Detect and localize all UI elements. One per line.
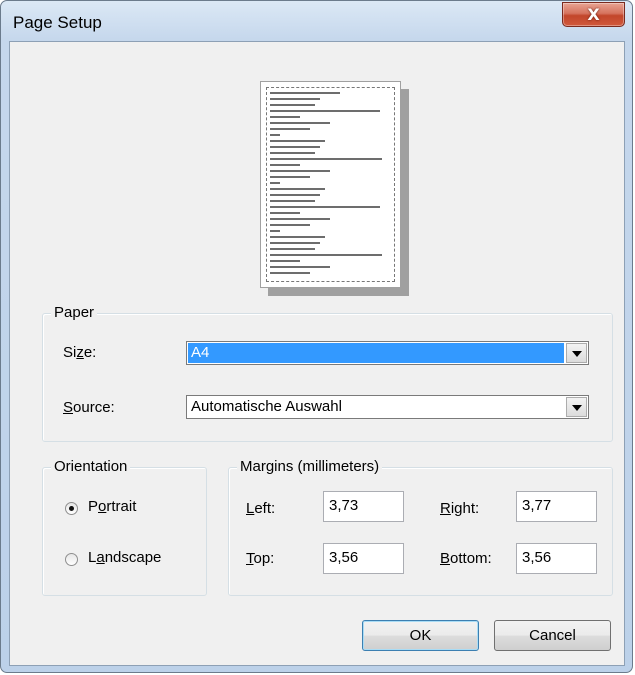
page-preview	[260, 81, 401, 288]
margins-group-label: Margins (millimeters)	[237, 458, 383, 476]
orientation-group: Orientation	[42, 458, 207, 596]
preview-text-line	[270, 92, 340, 94]
source-label: Source:	[63, 399, 115, 416]
preview-text-line	[270, 254, 382, 256]
preview-text-line	[270, 224, 310, 226]
close-button[interactable]: X	[562, 2, 625, 27]
bottom-margin-input[interactable]: 3,56	[516, 543, 597, 574]
preview-text-line	[270, 170, 330, 172]
ok-button[interactable]: OK	[362, 620, 479, 651]
bottom-margin-label: Bottom:	[440, 550, 492, 567]
preview-text-line	[270, 230, 280, 232]
preview-text-line	[270, 200, 315, 202]
size-dropdown[interactable]: A4	[186, 341, 589, 365]
close-icon: X	[587, 5, 600, 24]
source-value: Automatische Auswahl	[191, 398, 342, 415]
orientation-group-label: Orientation	[51, 458, 131, 476]
chevron-down-icon[interactable]	[566, 343, 587, 363]
preview-text-line	[270, 140, 325, 142]
preview-text-line	[270, 182, 280, 184]
preview-text-line	[270, 110, 380, 112]
title-bar[interactable]: Page Setup X	[1, 1, 634, 41]
preview-text-line	[270, 134, 280, 136]
paper-group-label: Paper	[51, 304, 98, 322]
chevron-down-icon[interactable]	[566, 397, 587, 417]
preview-text-line	[270, 260, 300, 262]
top-margin-label: Top:	[246, 550, 275, 567]
preview-text-line	[270, 242, 320, 244]
preview-text-line	[270, 164, 300, 166]
preview-text-line	[270, 248, 315, 250]
top-margin-input[interactable]: 3,56	[323, 543, 404, 574]
preview-text-line	[270, 266, 330, 268]
margins-group: Margins (millimeters)	[228, 458, 613, 596]
preview-text-line	[270, 146, 320, 148]
preview-text-line	[270, 194, 320, 196]
size-label: Size:	[63, 344, 97, 361]
source-dropdown[interactable]: Automatische Auswahl	[186, 395, 589, 419]
size-value: A4	[188, 343, 564, 363]
dialog-client-area: Paper Size: A4 Source: Automatische Ausw…	[9, 41, 625, 666]
left-margin-label: Left:	[246, 500, 276, 517]
preview-text-line	[270, 176, 310, 178]
preview-text-line	[270, 272, 310, 274]
preview-content	[266, 87, 395, 282]
landscape-radio[interactable]	[65, 553, 78, 566]
portrait-radio[interactable]	[65, 502, 78, 515]
preview-text-line	[270, 152, 315, 154]
right-margin-label: Right:	[440, 500, 480, 517]
dialog-window: Page Setup X Paper Size: A4 Source: Auto…	[0, 0, 633, 673]
cancel-button[interactable]: Cancel	[494, 620, 611, 651]
preview-text-line	[270, 188, 325, 190]
portrait-label[interactable]: Portrait	[88, 498, 136, 515]
preview-text-line	[270, 236, 325, 238]
preview-text-line	[270, 98, 320, 100]
preview-text-line	[270, 218, 330, 220]
preview-text-line	[270, 212, 300, 214]
preview-text-line	[270, 116, 300, 118]
landscape-label[interactable]: Landscape	[88, 549, 161, 566]
right-margin-input[interactable]: 3,77	[516, 491, 597, 522]
paper-group: Paper	[42, 304, 613, 442]
preview-text-line	[270, 122, 330, 124]
left-margin-input[interactable]: 3,73	[323, 491, 404, 522]
preview-text-line	[270, 158, 382, 160]
preview-text-line	[270, 128, 310, 130]
preview-text-line	[270, 104, 315, 106]
preview-text-line	[270, 206, 380, 208]
window-title: Page Setup	[13, 13, 102, 32]
